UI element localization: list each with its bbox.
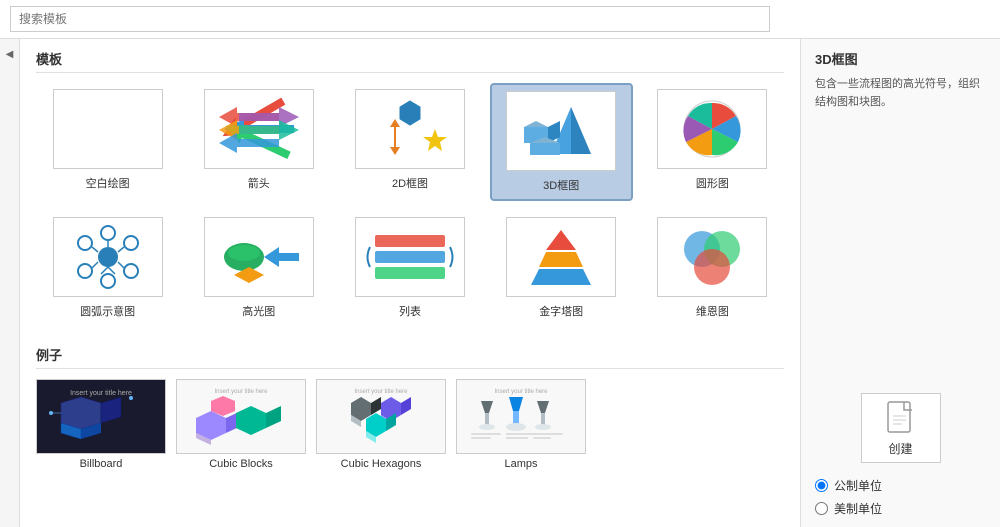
template-label-network: 圆弧示意图 <box>80 303 135 319</box>
template-label-3d-frame: 3D框图 <box>543 177 579 193</box>
search-input[interactable] <box>10 6 770 32</box>
svg-text:Insert your title here: Insert your title here <box>70 390 132 397</box>
svg-text:Insert your title here: Insert your title here <box>214 389 268 395</box>
templates-section-title: 模板 <box>36 49 784 73</box>
template-item-2d-frame[interactable]: 2D框图 <box>338 83 481 201</box>
example-item-cubic-blocks[interactable]: Insert your title here Cubic Blocks <box>176 379 306 470</box>
svg-text:Insert your title here: Insert your title here <box>494 389 548 395</box>
imperial-radio[interactable] <box>815 502 828 515</box>
template-thumb-3d-frame <box>506 91 616 171</box>
template-item-list[interactable]: 列表 <box>338 211 481 325</box>
template-thumb-arrow <box>204 89 314 169</box>
template-thumb-venn <box>657 217 767 297</box>
template-grid: 空白绘图 <box>36 83 784 325</box>
template-item-network[interactable]: 圆弧示意图 <box>36 211 179 325</box>
template-label-highlight: 高光图 <box>242 303 275 319</box>
example-thumb-cubic-blocks: Insert your title here <box>176 379 306 454</box>
metric-unit-label: 公制单位 <box>834 477 882 494</box>
example-thumb-cubic-hexagons: Insert your title here <box>316 379 446 454</box>
template-item-arrow[interactable]: 箭头 <box>187 83 330 201</box>
unit-radio-group: 公制单位 美制单位 <box>815 477 882 517</box>
template-label-arrow: 箭头 <box>248 175 270 191</box>
template-item-highlight[interactable]: 高光图 <box>187 211 330 325</box>
file-icon <box>886 400 916 436</box>
template-item-circle[interactable]: 圆形图 <box>641 83 784 201</box>
template-thumb-list <box>355 217 465 297</box>
template-label-blank: 空白绘图 <box>86 175 130 191</box>
metric-radio[interactable] <box>815 479 828 492</box>
example-item-cubic-hexagons[interactable]: Insert your title here Cubic Hexagons <box>316 379 446 470</box>
create-section: 创建 公制单位 美制单位 <box>815 393 986 517</box>
imperial-unit-label: 美制单位 <box>834 500 882 517</box>
imperial-unit-option[interactable]: 美制单位 <box>815 500 882 517</box>
example-label-billboard: Billboard <box>80 458 123 470</box>
example-item-lamps[interactable]: Insert your title here <box>456 379 586 470</box>
template-thumb-pyramid <box>506 217 616 297</box>
template-thumb-highlight <box>204 217 314 297</box>
template-item-venn[interactable]: 维恩图 <box>641 211 784 325</box>
template-label-circle: 圆形图 <box>696 175 729 191</box>
examples-section-title: 例子 <box>36 345 784 369</box>
right-panel-title: 3D框图 <box>815 49 986 68</box>
template-label-pyramid: 金字塔图 <box>539 303 583 319</box>
right-panel-description: 包含一些流程图的高光符号，组织结构图和块图。 <box>815 76 986 111</box>
create-button[interactable]: 创建 <box>861 393 941 463</box>
template-item-pyramid[interactable]: 金字塔图 <box>490 211 633 325</box>
metric-unit-option[interactable]: 公制单位 <box>815 477 882 494</box>
template-label-list: 列表 <box>399 303 421 319</box>
template-item-blank[interactable]: 空白绘图 <box>36 83 179 201</box>
center-panel: 模板 空白绘图 <box>20 39 800 527</box>
example-label-lamps: Lamps <box>504 458 537 470</box>
example-label-cubic-blocks: Cubic Blocks <box>209 458 273 470</box>
example-thumb-billboard: Insert your title here <box>36 379 166 454</box>
template-thumb-blank <box>53 89 163 169</box>
svg-text:Insert your title here: Insert your title here <box>354 389 408 395</box>
create-button-label: 创建 <box>888 440 912 457</box>
example-thumb-lamps: Insert your title here <box>456 379 586 454</box>
examples-grid: Insert your title here Billboard <box>36 379 784 470</box>
template-thumb-2d-frame <box>355 89 465 169</box>
example-label-cubic-hexagons: Cubic Hexagons <box>341 458 422 470</box>
template-label-2d-frame: 2D框图 <box>392 175 428 191</box>
template-label-venn: 维恩图 <box>696 303 729 319</box>
left-panel: ◀ <box>0 39 20 527</box>
right-panel: 3D框图 包含一些流程图的高光符号，组织结构图和块图。 创建 公制单位 <box>800 39 1000 527</box>
example-item-billboard[interactable]: Insert your title here Billboard <box>36 379 166 470</box>
template-thumb-network <box>53 217 163 297</box>
template-thumb-circle <box>657 89 767 169</box>
top-bar <box>0 0 1000 39</box>
collapse-arrow[interactable]: ◀ <box>6 49 14 60</box>
template-item-3d-frame[interactable]: 3D框图 <box>490 83 633 201</box>
main-layout: ◀ 模板 空白绘图 <box>0 39 1000 527</box>
